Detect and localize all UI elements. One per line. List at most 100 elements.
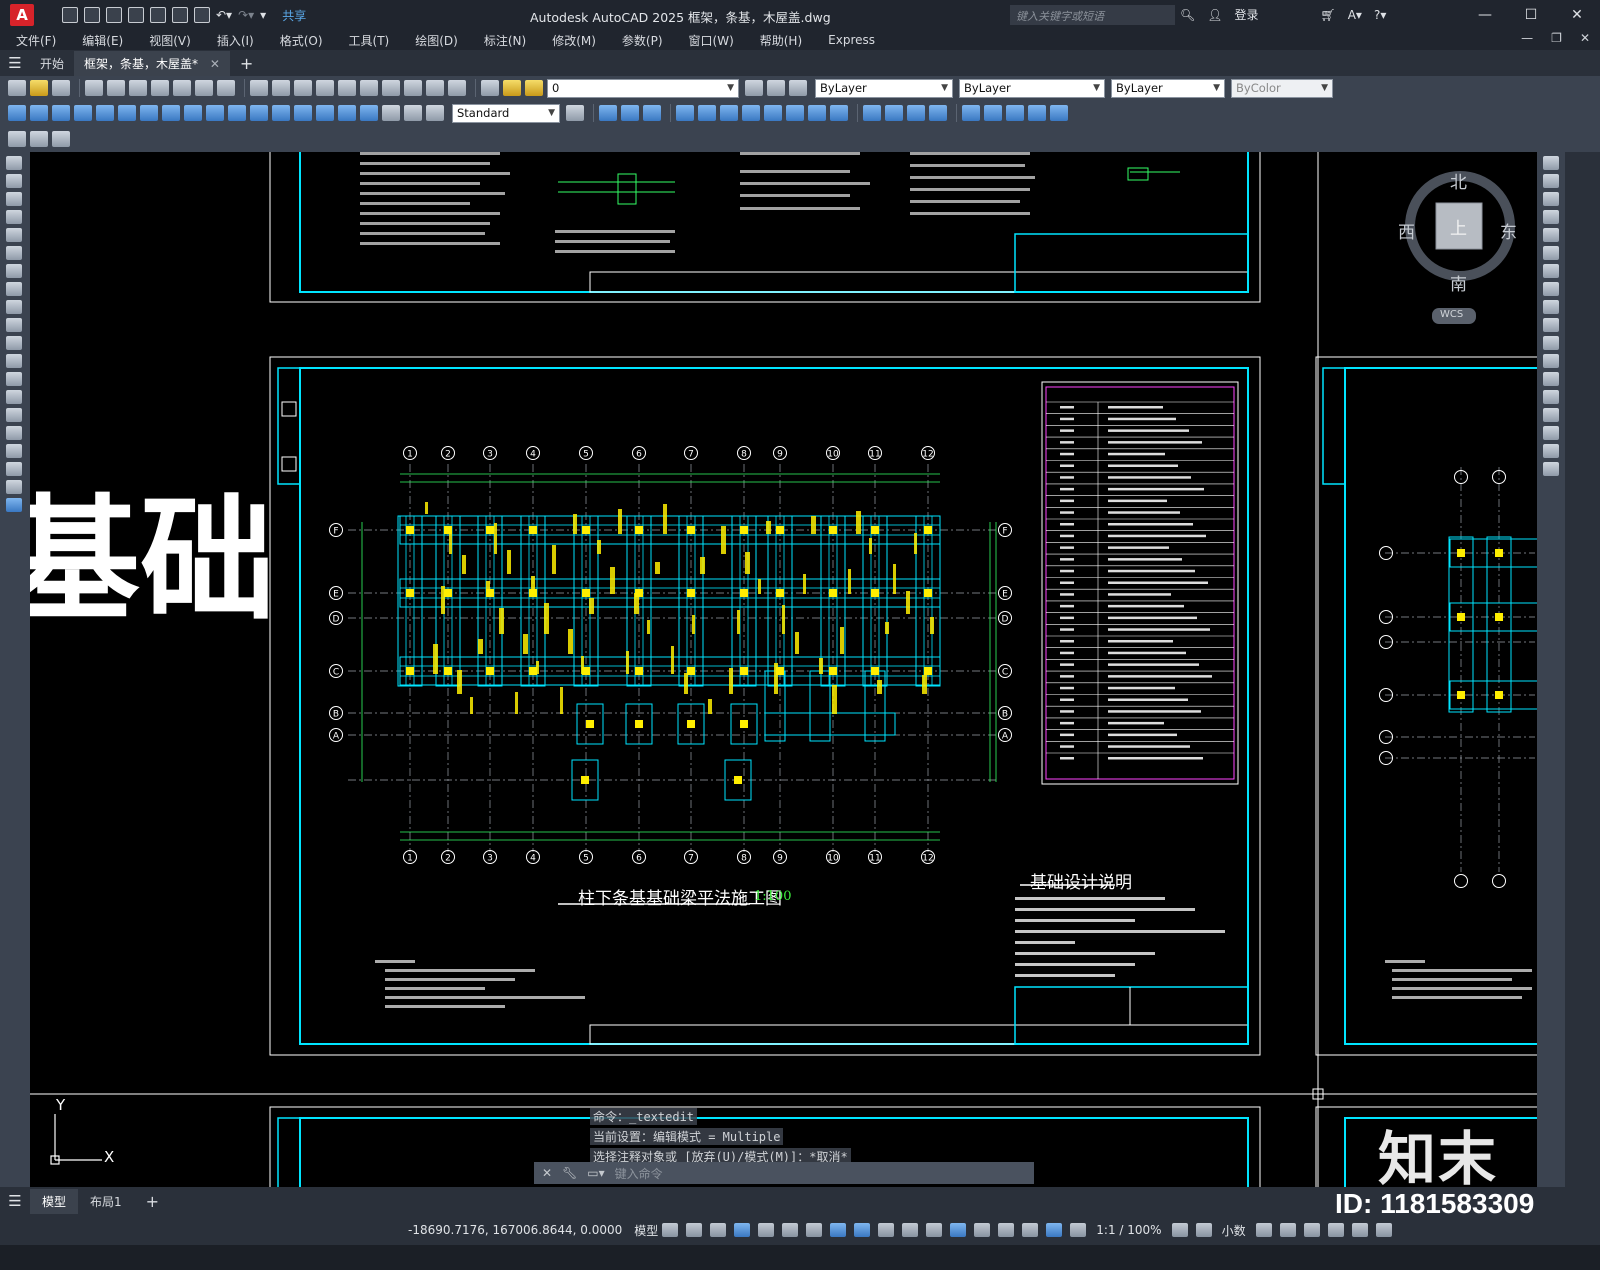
annotation-visibility-icon[interactable] (1046, 1223, 1063, 1237)
color-dropdown[interactable]: ByLayer ▼ (815, 78, 953, 98)
rotate-icon[interactable] (1543, 264, 1559, 278)
table-icon[interactable] (6, 462, 22, 476)
menu-help[interactable]: 帮助(H) (760, 32, 802, 49)
close-icon[interactable]: ✕ (1554, 0, 1600, 30)
move-icon[interactable] (1543, 246, 1559, 260)
modify-trim-icon[interactable] (808, 105, 826, 121)
layer-previous-icon[interactable] (767, 80, 785, 96)
design-center-icon[interactable] (382, 80, 400, 96)
isodraft-icon[interactable] (806, 1223, 823, 1237)
calculator-icon[interactable] (426, 80, 444, 96)
tab-layout1[interactable]: 布局1 (78, 1189, 134, 1214)
layer-properties-icon[interactable] (481, 80, 499, 96)
new-icon[interactable] (8, 80, 26, 96)
dynamic-ucs-icon[interactable] (974, 1223, 991, 1237)
doc-close-icon[interactable]: ✕ (1580, 31, 1590, 45)
chamfer-icon[interactable] (1543, 408, 1559, 422)
continue-dimension-icon[interactable] (228, 105, 246, 121)
model-space-toggle[interactable]: 模型 (634, 1222, 658, 1239)
polygon-icon[interactable] (6, 210, 22, 224)
linear-dimension-icon[interactable] (8, 105, 26, 121)
zoom-window-icon[interactable] (338, 80, 356, 96)
modify-stretch-icon[interactable] (786, 105, 804, 121)
snap-icon[interactable] (686, 1223, 703, 1237)
dimension-style-dropdown[interactable]: Standard ▼ (452, 103, 560, 123)
save-as-icon[interactable] (128, 7, 144, 23)
search-icon[interactable]: 🔍︎ (1180, 8, 1195, 22)
doc-restore-icon[interactable]: ❐ (1551, 31, 1562, 45)
maximize-icon[interactable]: ☐ (1508, 0, 1554, 30)
undo-icon[interactable] (250, 80, 268, 96)
grid-icon[interactable] (662, 1223, 679, 1237)
menu-icon[interactable]: ☰ (0, 54, 30, 72)
autocad-logo-icon[interactable]: A (10, 4, 34, 26)
scale-icon[interactable] (1543, 282, 1559, 296)
recent-commands-icon[interactable]: ▭▾ (587, 1166, 604, 1180)
save-icon[interactable] (52, 80, 70, 96)
annotation-monitor-icon[interactable] (1195, 1223, 1212, 1237)
linetype-dropdown[interactable]: ByLayer ▼ (959, 78, 1105, 98)
tab-close-icon[interactable]: ✕ (210, 57, 220, 71)
modify-join-icon[interactable] (885, 105, 903, 121)
drawing-canvas[interactable]: 1 1 2 2 3 3 4 4 5 5 6 6 7 7 8 8 9 9 10 10 11 11 12 12 F F E E D D C C B B… (30, 152, 1537, 1187)
workspace-gear-icon[interactable] (1171, 1223, 1188, 1237)
customization-icon[interactable] (1375, 1223, 1392, 1237)
multiline-text-icon[interactable] (6, 480, 22, 494)
search-input[interactable]: 键入关键字或短语 (1010, 5, 1175, 25)
ortho-icon[interactable] (758, 1223, 775, 1237)
spline-icon[interactable] (6, 300, 22, 314)
dimension-break-icon[interactable] (272, 105, 290, 121)
menu-modify[interactable]: 修改(M) (552, 32, 596, 49)
cut-icon[interactable] (151, 80, 169, 96)
modify-move-icon[interactable] (720, 105, 738, 121)
properties-icon[interactable] (360, 80, 378, 96)
mirror-icon[interactable] (1543, 192, 1559, 206)
selection-cycling-icon[interactable] (926, 1223, 943, 1237)
polar-tracking-icon[interactable] (782, 1223, 799, 1237)
modify-chamfer-icon[interactable] (907, 105, 925, 121)
block-editor-icon[interactable] (8, 131, 26, 147)
fillet-icon[interactable] (1543, 426, 1559, 440)
ellipse-arc-icon[interactable] (6, 336, 22, 350)
minimize-icon[interactable]: — (1462, 0, 1508, 30)
menu-insert[interactable]: 插入(I) (217, 32, 254, 49)
tab-active-drawing[interactable]: 框架，条基，木屋盖* ✕ (74, 50, 230, 76)
array-icon[interactable] (1543, 228, 1559, 242)
new-icon[interactable] (62, 7, 78, 23)
modify-mirror-icon[interactable] (643, 105, 661, 121)
copy-object-icon[interactable] (1543, 174, 1559, 188)
dimension-text-edit-icon[interactable] (404, 105, 422, 121)
close-icon[interactable]: ✕ (542, 1166, 552, 1180)
angular-dimension-icon[interactable] (162, 105, 180, 121)
inspection-icon[interactable] (338, 105, 356, 121)
match-properties-icon[interactable] (217, 80, 235, 96)
open-icon[interactable] (30, 80, 48, 96)
add-selected-icon[interactable] (6, 498, 22, 512)
viewcube-east[interactable]: 东 (1500, 218, 1517, 243)
baseline-dimension-icon[interactable] (206, 105, 224, 121)
tolerance-icon[interactable] (294, 105, 312, 121)
layer-on-icon[interactable] (503, 80, 521, 96)
draworder-above-icon[interactable] (1028, 105, 1046, 121)
modify-extend-icon[interactable] (830, 105, 848, 121)
object-snap-icon[interactable] (854, 1223, 871, 1237)
zoom-realtime-icon[interactable] (316, 80, 334, 96)
3d-object-snap-icon[interactable] (950, 1223, 967, 1237)
rectangle-icon[interactable] (6, 228, 22, 242)
menu-parametric[interactable]: 参数(P) (622, 32, 663, 49)
transparency-icon[interactable] (902, 1223, 919, 1237)
aligned-dimension-icon[interactable] (30, 105, 48, 121)
help-icon[interactable]: ?▾ (1374, 8, 1386, 22)
redo-icon[interactable] (272, 80, 290, 96)
infer-constraints-icon[interactable] (710, 1223, 727, 1237)
radius-dimension-icon[interactable] (96, 105, 114, 121)
trim-icon[interactable] (1543, 318, 1559, 332)
gradient-icon[interactable] (6, 426, 22, 440)
wcs-menu[interactable]: WCS (1440, 309, 1463, 320)
object-snap-tracking-icon[interactable] (830, 1223, 847, 1237)
arc-length-icon[interactable] (52, 105, 70, 121)
point-icon[interactable] (6, 390, 22, 404)
redo-icon[interactable]: ↷▾ (238, 8, 254, 22)
lineweight-dropdown[interactable]: ByLayer ▼ (1111, 78, 1225, 98)
layout-menu-icon[interactable]: ☰ (0, 1192, 30, 1210)
